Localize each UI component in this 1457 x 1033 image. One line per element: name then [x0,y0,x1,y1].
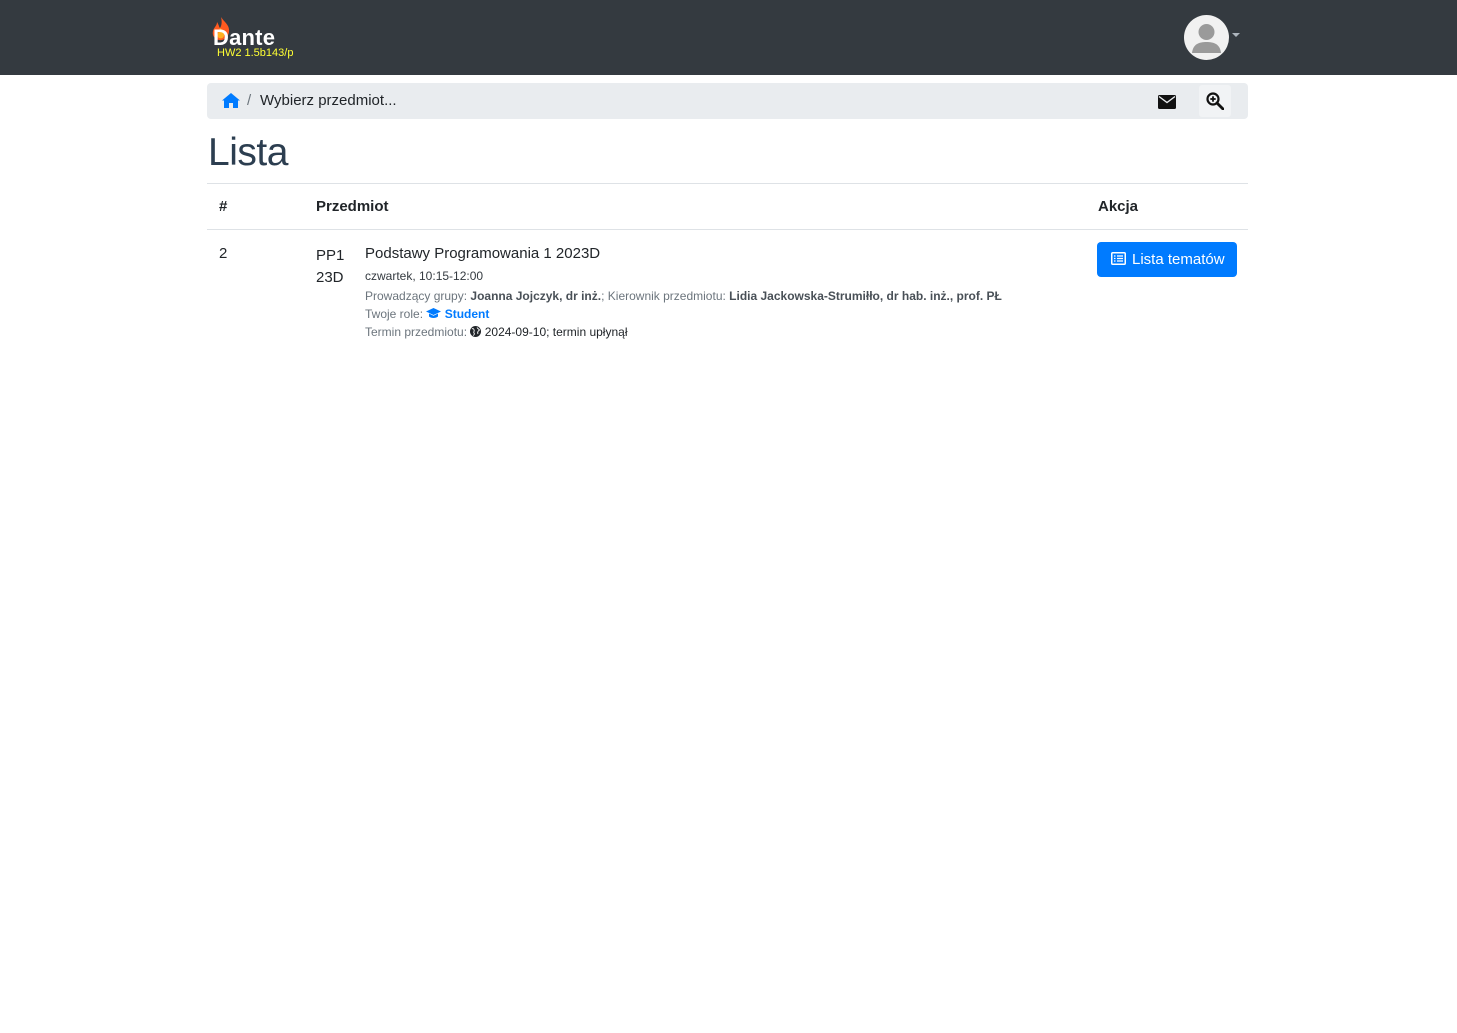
subject-roles: Twoje role: Student [365,307,489,321]
page-title: Lista [208,131,288,174]
manager-name: Lidia Jackowska-Strumiłło, dr hab. inż.,… [729,289,1002,303]
role-student-link[interactable]: Student [426,307,489,321]
subject-staff: Prowadzący grupy: Joanna Jojczyk, dr inż… [365,289,1002,303]
breadcrumb-separator: / [247,92,252,109]
envelope-icon [1158,95,1176,109]
user-avatar[interactable] [1184,15,1229,60]
subject-code: PP1 23D [316,245,356,289]
breadcrumb: / Wybierz przedmiot... [207,83,1248,119]
subject-code-part1: PP1 [316,247,345,264]
search-button[interactable] [1199,85,1231,117]
topics-list-label: Lista tematów [1132,251,1225,268]
topics-list-button[interactable]: Lista tematów [1097,242,1237,277]
column-header-subject: Przedmiot [316,198,389,215]
home-icon[interactable] [222,93,240,108]
lecturer-label: Prowadzący grupy: [365,289,468,303]
column-header-number: # [219,198,228,215]
version-label: HW2 1.5b143/p [217,47,294,59]
top-navbar: Dante HW2 1.5b143/p [0,0,1457,75]
subject-code-part2: 23D [316,269,344,286]
roles-label: Twoje role: [365,307,424,321]
role-label: Student [444,307,490,321]
manager-label: ; Kierownik przedmiotu: [601,289,726,303]
list-icon [1111,252,1126,265]
breadcrumb-current: Wybierz przedmiot... [260,92,397,109]
globe-icon [470,326,482,337]
subject-schedule: czwartek, 10:15-12:00 [365,269,484,283]
messages-button[interactable] [1153,91,1181,113]
lecturer-name: Joanna Jojczyk, dr inż. [470,289,602,303]
header-divider [207,229,1248,230]
row-number: 2 [219,245,228,262]
subject-term: Termin przedmiotu: 2024-09-10; termin up… [365,325,628,339]
term-value: 2024-09-10; termin upłynął [484,325,628,339]
column-header-action: Akcja [1098,198,1139,215]
term-label: Termin przedmiotu: [365,325,468,339]
graduation-cap-icon [426,308,442,318]
chevron-down-icon[interactable] [1232,33,1240,37]
subject-name: Podstawy Programowania 1 2023D [365,245,601,262]
user-icon [1192,24,1221,53]
dante-logo[interactable]: Dante HW2 1.5b143/p [210,16,320,64]
zoom-in-icon [1206,92,1224,110]
title-divider [207,183,1248,184]
